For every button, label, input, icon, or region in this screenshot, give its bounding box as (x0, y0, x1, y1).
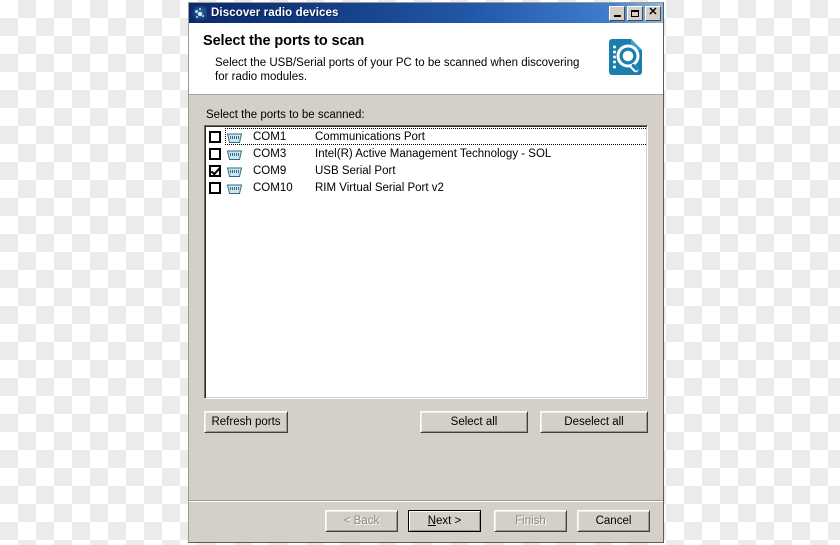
serial-port-icon (226, 131, 243, 143)
wizard-header: Select the ports to scan Select the USB/… (189, 23, 663, 95)
port-description: Communications Port (315, 130, 425, 143)
list-item-focus: COM3 Intel(R) Active Management Technolo… (226, 146, 647, 161)
list-item[interactable]: COM10 RIM Virtual Serial Port v2 (205, 179, 647, 196)
port-checkbox[interactable] (209, 130, 221, 143)
radio-device-icon (192, 5, 207, 21)
deselect-all-button[interactable]: Deselect all (540, 411, 648, 433)
page-description: Select the USB/Serial ports of your PC t… (215, 57, 580, 83)
wizard-body: Select the ports to be scanned: COM1 Com… (189, 95, 663, 500)
next-accel: N (427, 515, 437, 527)
refresh-ports-button[interactable]: Refresh ports (204, 411, 288, 433)
list-item[interactable]: COM1 Communications Port (205, 128, 647, 145)
port-name: COM10 (253, 181, 293, 194)
next-label-rest: ext > (436, 515, 462, 527)
back-button[interactable]: < Back (325, 510, 398, 532)
cancel-button[interactable]: Cancel (577, 510, 650, 532)
list-actions: Refresh ports Select all Deselect all (204, 411, 648, 433)
wizard-header-texts: Select the ports to scan Select the USB/… (201, 32, 601, 84)
next-button[interactable]: Next > (408, 510, 481, 532)
minimize-icon[interactable] (609, 5, 625, 21)
port-list-label: Select the ports to be scanned: (206, 109, 365, 121)
list-item[interactable]: COM3 Intel(R) Active Management Technolo… (205, 145, 647, 162)
title-bar[interactable]: Discover radio devices ✕ (189, 3, 663, 23)
selection-actions: Select all Deselect all (420, 411, 648, 433)
window-title: Discover radio devices (211, 7, 339, 19)
port-name: COM9 (253, 164, 287, 177)
finish-button[interactable]: Finish (494, 510, 567, 532)
close-icon[interactable]: ✕ (645, 5, 661, 21)
window-controls: ✕ (609, 5, 661, 21)
list-item-focus: COM1 Communications Port (225, 128, 647, 145)
port-list[interactable]: COM1 Communications Port COM3 Intel(R) A… (204, 125, 648, 399)
port-checkbox[interactable] (209, 147, 221, 160)
wizard-footer: < Back Next > Finish Cancel (189, 500, 663, 542)
list-item-focus: COM10 RIM Virtual Serial Port v2 (226, 180, 647, 195)
port-name: COM3 (253, 147, 287, 160)
port-checkbox[interactable] (209, 181, 221, 194)
list-item[interactable]: COM9 USB Serial Port (205, 162, 647, 179)
maximize-icon[interactable] (627, 5, 643, 21)
serial-port-icon (226, 165, 243, 177)
device-search-icon (601, 33, 649, 81)
dialog-window: Discover radio devices ✕ Select the port… (188, 2, 664, 543)
port-name: COM1 (253, 130, 287, 143)
port-description: RIM Virtual Serial Port v2 (315, 181, 444, 194)
list-item-focus: COM9 USB Serial Port (226, 163, 647, 178)
select-all-button[interactable]: Select all (420, 411, 528, 433)
serial-port-icon (226, 182, 243, 194)
port-description: Intel(R) Active Management Technology - … (315, 147, 552, 160)
port-description: USB Serial Port (315, 164, 396, 177)
port-checkbox[interactable] (209, 164, 221, 177)
serial-port-icon (226, 148, 243, 160)
page-title: Select the ports to scan (203, 33, 365, 49)
